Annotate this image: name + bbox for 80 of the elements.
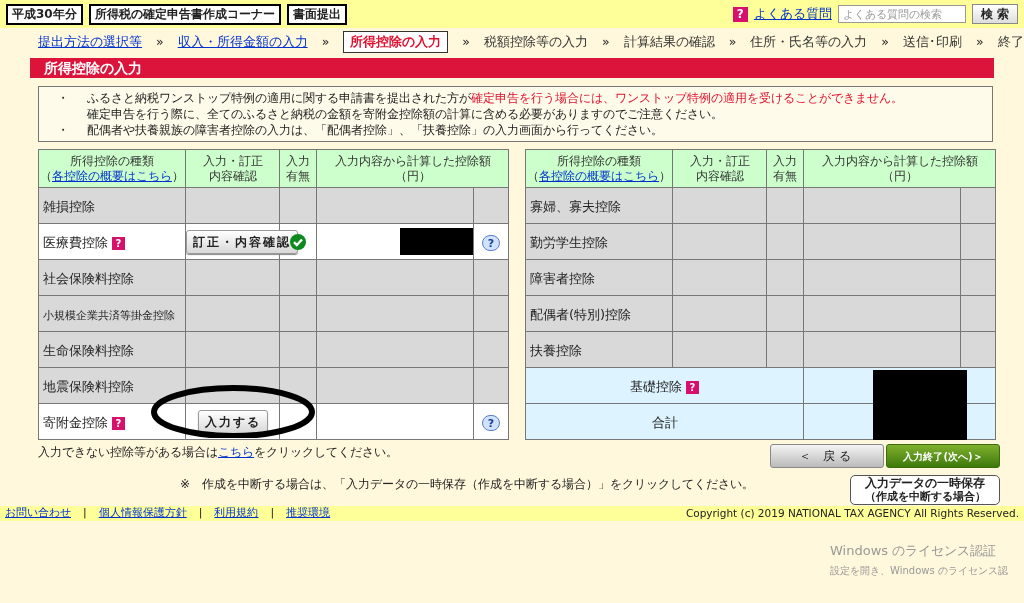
step-label: 送信･印刷 (902, 32, 962, 51)
deduction-name: 生命保険料控除 (43, 342, 134, 358)
help-bubble-icon[interactable]: ? (482, 235, 500, 251)
save-button[interactable]: 入力データの一時保存 （作成を中断する場合） (850, 475, 1000, 505)
help-icon[interactable]: ? (112, 417, 125, 430)
footer-link[interactable]: お問い合わせ (5, 505, 71, 522)
notice-text: ふるさと納税ワンストップ特例の適用に関する申請書を提出された方が確定申告を行う場合には、ワンストップ特例の適用を受けることができません。 (87, 90, 903, 106)
page-title: 所得控除の入力 (30, 58, 994, 78)
footer-separator: | (198, 505, 203, 522)
next-button[interactable]: 入力終了(次へ)＞ (886, 444, 1000, 468)
copyright: Copyright (c) 2019 NATIONAL TAX AGENCY All Rights Reserved. (685, 505, 1019, 521)
notice-text: 配偶者や扶養親族の障害者控除の入力は、「配偶者控除」、「扶養控除」の入力画面から行ってください。 (87, 122, 663, 138)
paren: ） (659, 168, 671, 184)
help-icon[interactable]: ? (686, 381, 699, 394)
column-header: 入力 有無 (285, 153, 311, 184)
search-button[interactable]: 検 索 (971, 4, 1018, 24)
faq-link[interactable]: よくある質問 (753, 4, 832, 24)
here-link[interactable]: こちら (218, 445, 254, 459)
step-separator: » (728, 32, 737, 51)
paren: （ (40, 168, 52, 184)
summary-label: 合計 (651, 414, 678, 430)
summary-label: 基礎控除 (630, 378, 682, 394)
deduction-name: 地震保険料控除 (43, 378, 134, 394)
step-label: 終了 (997, 32, 1024, 51)
paper-submit-button[interactable]: 書面提出 (286, 3, 347, 25)
step-label: 所得控除の入力 (343, 30, 449, 54)
deduction-name: 寄附金控除 (43, 414, 108, 430)
column-header: 入力 有無 (772, 153, 798, 184)
faq-icon: ? (732, 6, 748, 22)
deduction-name: 配偶者(特別)控除 (530, 306, 632, 322)
footer-link[interactable]: 個人情報保護方針 (98, 505, 187, 522)
note-text: 入力できない控除等がある場合は (38, 445, 218, 459)
save-note: ※ 作成を中断する場合は、「入力データの一時保存（作成を中断する場合）」をクリックしてください。 (180, 476, 756, 493)
faq-search-field[interactable]: よくある質問の検索 (837, 5, 966, 23)
deduction-name: 勤労学生控除 (530, 234, 608, 250)
footer-link[interactable]: 推奨環境 (286, 505, 331, 522)
year-badge: 平成30年分 (6, 3, 83, 25)
notice-text: 確定申告を行う際に、全てのふるさと納税の金額を寄附金控除額の計算に含める必要がありますのでご注意ください。 (87, 106, 723, 122)
back-button[interactable]: ＜ 戻る (770, 444, 884, 468)
step-label: 計算結果の確認 (623, 32, 715, 51)
step-separator: » (601, 32, 610, 51)
deduction-name: 医療費控除 (43, 234, 108, 250)
column-header: 入力内容から計算した控除額（円） (333, 153, 492, 184)
footer-link[interactable]: 利用規約 (214, 505, 259, 522)
note-text: をクリックしてください。 (254, 445, 398, 459)
step-separator: » (462, 32, 470, 51)
help-icon[interactable]: ? (112, 237, 125, 250)
activation-title: Windows のライセンス認証 (830, 542, 997, 560)
bullet: ・ (57, 91, 69, 105)
help-bubble-icon[interactable]: ? (482, 415, 500, 431)
entry-button[interactable]: 入力する (197, 410, 268, 434)
footer-separator: | (270, 505, 275, 522)
deduction-name: 小規模企業共済等掛金控除 (43, 308, 175, 322)
step-label: 税額控除等の入力 (483, 32, 588, 51)
activation-subtitle: 設定を開き、Windows のライセンス認 (830, 564, 1008, 578)
step-link[interactable]: 収入・所得金額の入力 (177, 32, 308, 52)
corner-title: 所得税の確定申告書作成コーナー (88, 3, 281, 25)
paren: （ (527, 168, 539, 184)
column-header: 所得控除の種類 (556, 153, 642, 169)
deduction-name: 雑損控除 (43, 198, 95, 214)
step-separator: » (881, 32, 889, 51)
deduction-name: 障害者控除 (530, 270, 595, 286)
deduction-name: 寡婦、寡夫控除 (530, 198, 621, 214)
step-separator: » (156, 32, 164, 51)
deduction-name: 扶養控除 (530, 342, 582, 358)
column-header: 入力内容から計算した控除額（円） (820, 153, 979, 184)
step-label: 住所・氏名等の入力 (750, 32, 868, 51)
column-header: 所得控除の種類 (69, 153, 155, 169)
footer-separator: | (83, 505, 87, 522)
column-header: 入力・訂正 内容確認 (201, 153, 264, 184)
overview-link[interactable]: 各控除の概要はこちら (52, 168, 172, 184)
step-separator: » (975, 32, 984, 51)
entry-button[interactable]: 訂正・内容確認 (186, 230, 298, 254)
paren: ） (172, 168, 184, 184)
step-separator: » (321, 32, 330, 51)
deduction-name: 社会保険料控除 (43, 270, 134, 286)
column-header: 入力・訂正 内容確認 (688, 153, 751, 184)
bullet: ・ (57, 123, 69, 137)
overview-link[interactable]: 各控除の概要はこちら (539, 168, 659, 184)
step-link[interactable]: 提出方法の選択等 (38, 32, 142, 52)
